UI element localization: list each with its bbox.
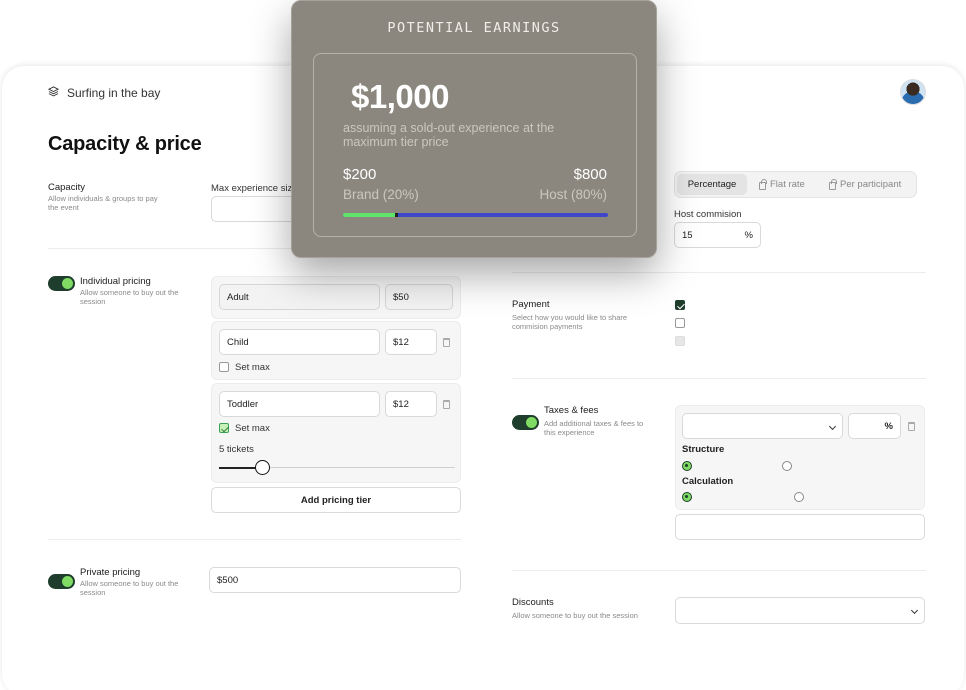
individual-pricing-description: Allow someone to buy out the session xyxy=(80,288,179,306)
taxes-description: Add additional taxes & fees to this expe… xyxy=(544,419,644,437)
add-tax-button[interactable] xyxy=(675,514,925,540)
capacity-title: Capacity xyxy=(48,182,85,193)
discounts-select[interactable] xyxy=(675,597,925,624)
potential-earnings-popup: POTENTIAL EARNINGS $1,000 assuming a sol… xyxy=(291,0,657,258)
lock-icon xyxy=(759,178,767,190)
trash-icon[interactable] xyxy=(908,422,915,431)
brand-label: Brand (20%) xyxy=(343,187,419,202)
segment-percentage[interactable]: Percentage xyxy=(677,174,747,195)
divider xyxy=(512,378,926,379)
individual-pricing-title: Individual pricing xyxy=(80,276,151,287)
tier-name-input[interactable]: Toddler xyxy=(219,391,380,417)
calculation-radio[interactable] xyxy=(794,492,804,502)
split-marker xyxy=(395,213,398,217)
host-amount: $800 xyxy=(573,166,607,183)
host-commission-label: Host commision xyxy=(674,209,742,220)
lock-icon xyxy=(829,178,837,190)
segment-label: Percentage xyxy=(687,179,737,190)
private-price-input[interactable]: $500 xyxy=(209,567,461,593)
add-pricing-tier-button[interactable]: Add pricing tier xyxy=(211,487,461,513)
tier-name-input[interactable]: Adult xyxy=(219,284,380,310)
earnings-description: assuming a sold-out experience at the ma… xyxy=(343,121,555,150)
popup-title: POTENTIAL EARNINGS xyxy=(387,20,561,36)
segment-label: Flat rate xyxy=(770,179,805,190)
calculation-radio[interactable] xyxy=(682,492,692,502)
taxes-toggle[interactable] xyxy=(512,415,539,430)
structure-label: Structure xyxy=(682,444,725,455)
breadcrumb-label: Surfing in the bay xyxy=(67,86,161,100)
tier-price-input[interactable]: $12 xyxy=(385,391,437,417)
percent-unit: % xyxy=(744,229,753,241)
layers-icon xyxy=(47,86,60,100)
percent-unit: % xyxy=(884,420,893,432)
earnings-amount: $1,000 xyxy=(351,78,449,115)
discounts-description: Allow someone to buy out the session xyxy=(512,611,638,620)
brand-amount: $200 xyxy=(343,166,377,183)
earnings-split-bar xyxy=(343,213,608,217)
chevron-down-icon xyxy=(910,606,919,615)
calculation-label: Calculation xyxy=(682,476,734,487)
set-max-label: Set max xyxy=(235,362,270,373)
tier-price-input[interactable]: $12 xyxy=(385,329,437,355)
payment-description: Select how you would like to share commi… xyxy=(512,313,628,331)
max-size-input[interactable] xyxy=(211,196,301,222)
payment-option-checkbox[interactable] xyxy=(675,318,685,328)
trash-icon[interactable] xyxy=(443,400,450,409)
host-commission-value: 15 xyxy=(682,229,693,241)
set-max-checkbox[interactable] xyxy=(219,423,229,433)
private-pricing-toggle[interactable] xyxy=(48,574,75,589)
max-size-label: Max experience siz xyxy=(211,183,293,194)
tier-name-input[interactable]: Child xyxy=(219,329,380,355)
private-pricing-description: Allow someone to buy out the session xyxy=(80,579,179,597)
private-pricing-title: Private pricing xyxy=(80,567,141,578)
trash-icon[interactable] xyxy=(443,338,450,347)
tickets-slider-thumb[interactable] xyxy=(255,460,270,475)
segment-label: Per participant xyxy=(840,179,902,190)
taxes-title: Taxes & fees xyxy=(544,405,599,416)
capacity-description: Allow individuals & groups to pay the ev… xyxy=(48,194,158,212)
payment-option-checkbox[interactable] xyxy=(675,300,685,310)
discounts-title: Discounts xyxy=(512,597,554,608)
payment-option-checkbox xyxy=(675,336,685,346)
segment-flat-rate[interactable]: Flat rate xyxy=(759,178,805,190)
earnings-panel: $1,000 assuming a sold-out experience at… xyxy=(313,53,637,237)
structure-radio[interactable] xyxy=(682,461,692,471)
structure-radio[interactable] xyxy=(782,461,792,471)
segment-per-participant[interactable]: Per participant xyxy=(829,178,902,190)
tickets-slider-fill xyxy=(219,467,255,469)
tax-type-select[interactable] xyxy=(682,413,843,439)
chevron-down-icon xyxy=(828,422,837,430)
host-commission-input[interactable]: 15 % xyxy=(674,222,761,248)
page-title: Capacity & price xyxy=(48,133,202,155)
divider xyxy=(512,272,926,273)
divider xyxy=(512,570,926,571)
tax-percent-input[interactable]: % xyxy=(848,413,901,439)
tickets-label: 5 tickets xyxy=(219,444,254,455)
set-max-label: Set max xyxy=(235,423,270,434)
divider xyxy=(48,539,461,540)
breadcrumb[interactable]: Surfing in the bay xyxy=(47,86,161,100)
set-max-checkbox[interactable] xyxy=(219,362,229,372)
individual-pricing-toggle[interactable] xyxy=(48,276,75,291)
brand-share-fill xyxy=(343,213,396,217)
tier-price-input[interactable]: $50 xyxy=(385,284,453,310)
payment-title: Payment xyxy=(512,299,550,310)
host-label: Host (80%) xyxy=(539,187,607,202)
avatar[interactable] xyxy=(900,79,926,105)
